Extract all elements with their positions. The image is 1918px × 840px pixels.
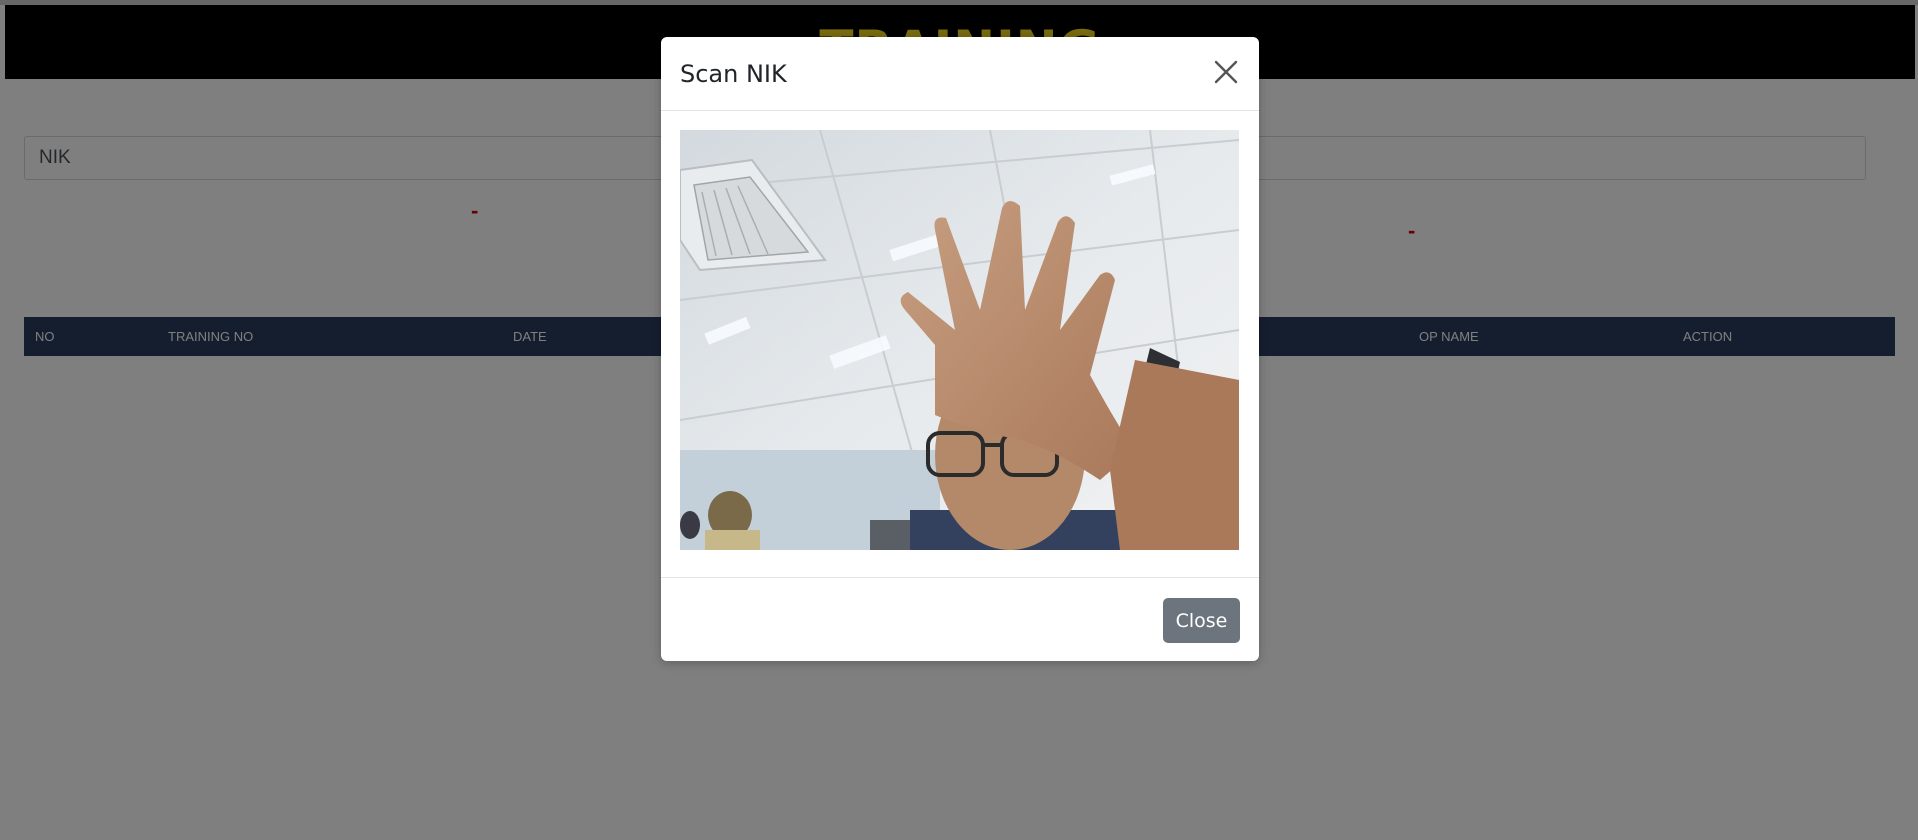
- close-button[interactable]: Close: [1163, 598, 1240, 643]
- training-page: TRAINING - - NO TRAINING NO DATE OP NAME…: [0, 0, 1918, 840]
- modal-title: Scan NIK: [680, 60, 787, 88]
- modal-header: Scan NIK: [661, 37, 1259, 111]
- camera-feed: [680, 130, 1239, 550]
- modal-footer: Close: [661, 577, 1259, 661]
- close-icon[interactable]: [1213, 59, 1239, 85]
- scan-nik-modal: Scan NIK Close: [661, 37, 1259, 661]
